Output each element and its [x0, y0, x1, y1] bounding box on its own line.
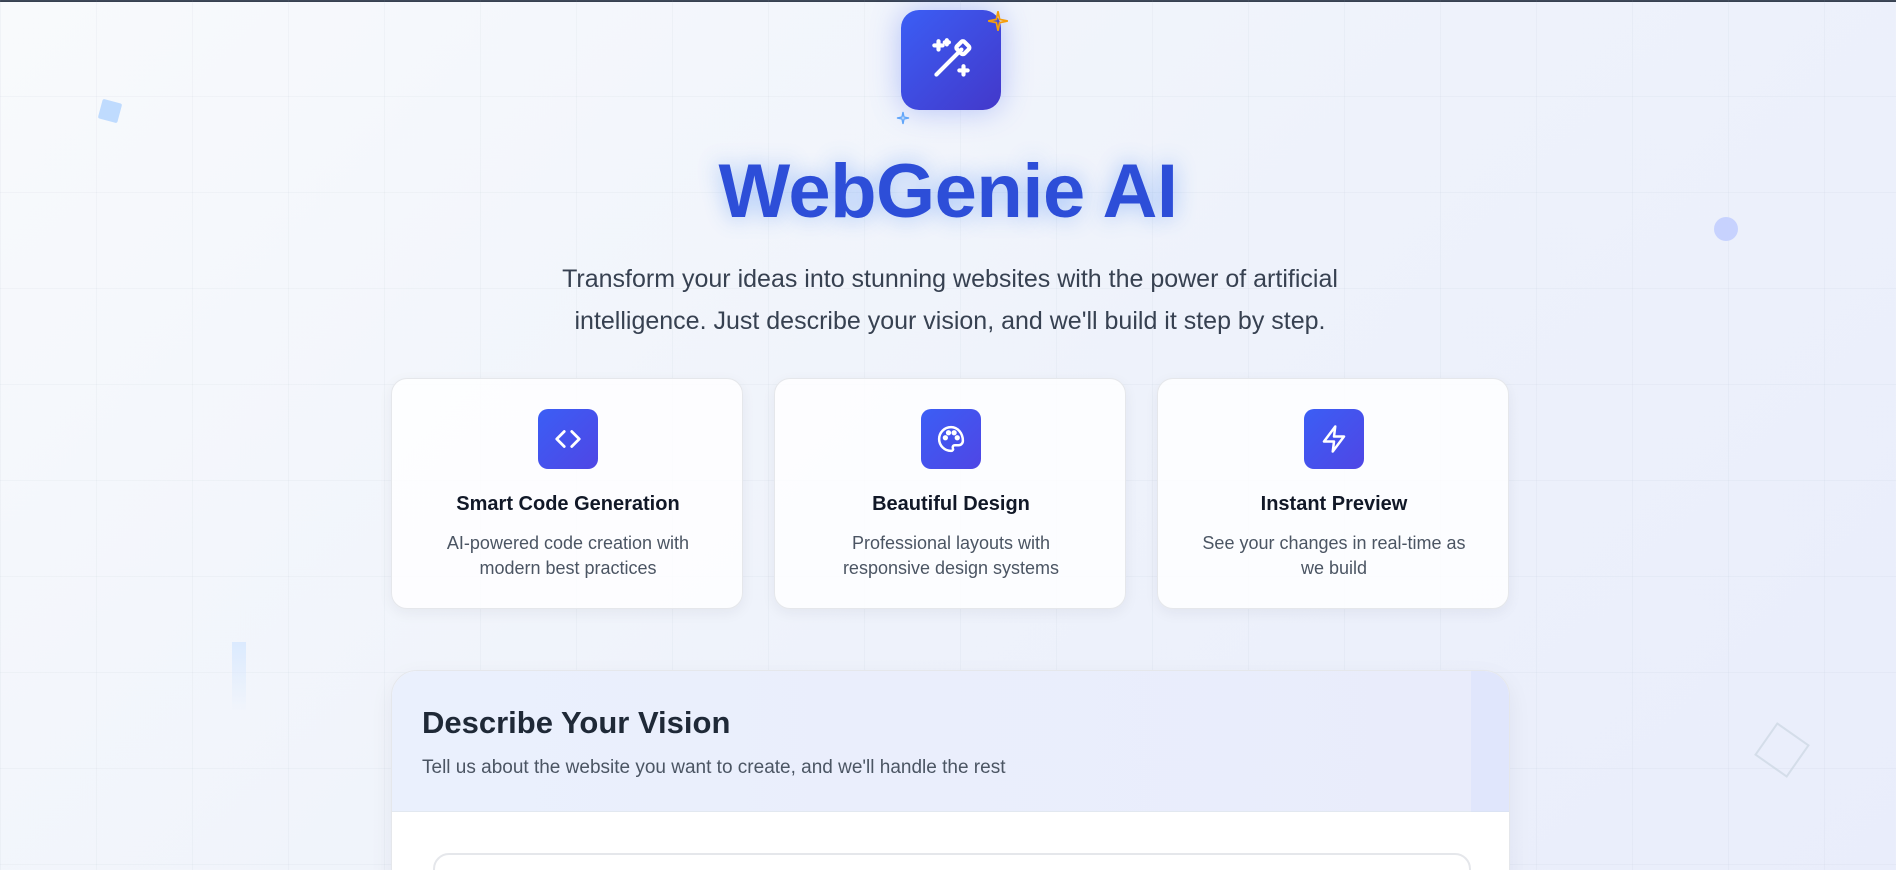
vision-panel-title: Describe Your Vision: [422, 705, 731, 740]
vision-panel: Describe Your Vision Tell us about the w…: [391, 670, 1510, 870]
feature-card-instant-preview: Instant Preview See your changes in real…: [1157, 378, 1509, 609]
app-logo: [896, 10, 1008, 125]
feature-card-smart-code: Smart Code Generation AI-powered code cr…: [391, 378, 743, 609]
vision-panel-subtitle: Tell us about the website you want to cr…: [422, 757, 1006, 778]
feature-title: Instant Preview: [1260, 493, 1408, 515]
feature-description: Professional layouts with responsive des…: [842, 533, 1060, 578]
app-subtitle: Transform your ideas into stunning websi…: [562, 265, 1338, 335]
header-accent-strip: [1471, 671, 1509, 812]
app-title: WebGenie AI: [718, 149, 1178, 234]
feature-description: See your changes in real-time as we buil…: [1202, 533, 1466, 578]
feature-description: AI-powered code creation with modern bes…: [446, 533, 690, 578]
vision-panel-header: Describe Your Vision Tell us about the w…: [392, 671, 1509, 812]
code-icon: [538, 409, 598, 469]
lightning-icon: [1304, 409, 1364, 469]
sparkle-icon: [895, 110, 911, 131]
palette-icon: [921, 409, 981, 469]
feature-title: Smart Code Generation: [456, 493, 680, 515]
vision-input-field[interactable]: [433, 853, 1471, 870]
sparkle-icon: [985, 8, 1011, 39]
feature-title: Beautiful Design: [872, 493, 1030, 515]
decorative-bar: [232, 642, 246, 712]
feature-card-beautiful-design: Beautiful Design Professional layouts wi…: [774, 378, 1126, 609]
